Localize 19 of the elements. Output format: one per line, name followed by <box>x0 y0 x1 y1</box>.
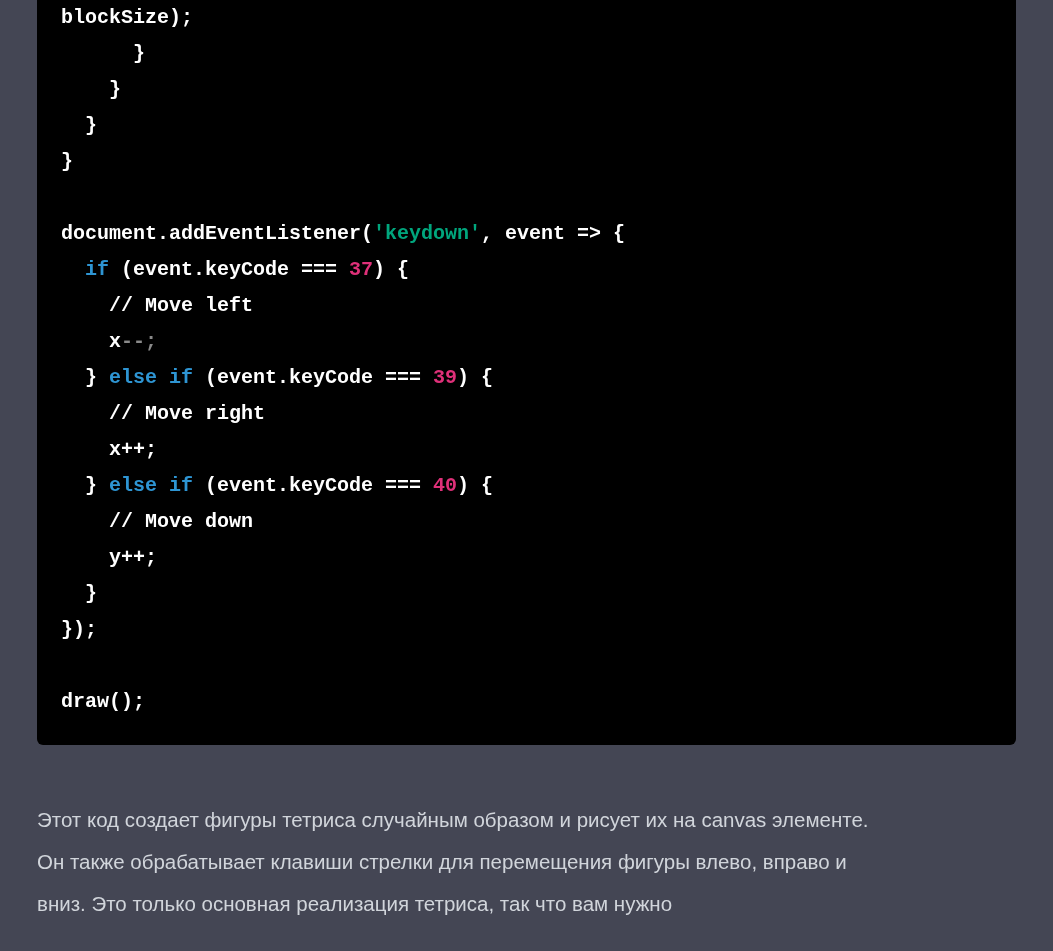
code-line: document.addEventListener('keydown', event => { <box>61 222 626 245</box>
code-line: y++; <box>108 546 157 569</box>
code-line: x--; <box>108 330 158 353</box>
code-line: // Move left <box>108 294 254 317</box>
code-line: } else if (event.keyCode === 40) { <box>84 474 494 497</box>
code-line: }); <box>61 618 97 641</box>
code-line: draw(); <box>61 690 145 713</box>
code-line: // Move right <box>108 402 266 425</box>
code-line: if (event.keyCode === 37) { <box>84 258 410 281</box>
code-line: } <box>84 114 97 137</box>
code-line: x++; <box>108 438 157 461</box>
code-line: } <box>108 78 121 101</box>
code-line: // Move down <box>108 510 254 533</box>
code-line: blockSize); <box>61 6 194 29</box>
code-line: } <box>84 582 97 605</box>
paragraph: Этот код создает фигуры тетриса случайным образом и рисует их на canvas элементе. Он также обрабатывает клавиши стрелки для перемещения фигуры влево, вправо и вниз. Это только основная реализация тетриса, так что вам нужно <box>37 807 870 917</box>
code-line: } <box>61 150 73 173</box>
code-line: } <box>132 42 145 65</box>
code-line: } else if (event.keyCode === 39) { <box>84 366 494 389</box>
